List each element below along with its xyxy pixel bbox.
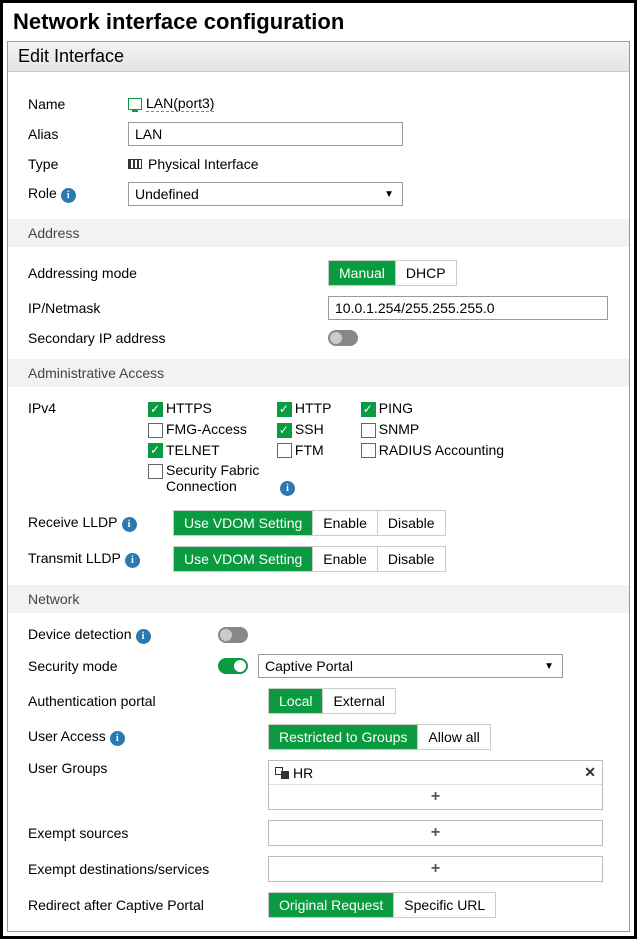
cbx-ftm[interactable] [277, 443, 292, 458]
cbx-radius[interactable] [361, 443, 376, 458]
ip-input[interactable] [328, 296, 608, 320]
auth-local-button[interactable]: Local [269, 689, 322, 713]
cbx-fmg[interactable] [148, 423, 163, 438]
user-groups-label: User Groups [28, 760, 268, 776]
port-icon [128, 98, 142, 110]
add-exempt-src-button[interactable]: + [269, 821, 602, 845]
user-groups-box[interactable]: HR ✕ + [268, 760, 603, 810]
security-mode-toggle[interactable] [218, 658, 248, 674]
redirect-label: Redirect after Captive Portal [28, 897, 268, 913]
cbx-fabric[interactable] [148, 464, 163, 479]
group-icon [275, 767, 289, 779]
mode-manual-button[interactable]: Manual [329, 261, 395, 285]
add-group-button[interactable]: + [269, 785, 602, 809]
ua-restricted-button[interactable]: Restricted to Groups [269, 725, 417, 749]
user-access-group: Restricted to Groups Allow all [268, 724, 491, 750]
security-mode-label: Security mode [28, 658, 218, 674]
lldp-vdom-button[interactable]: Use VDOM Setting [174, 511, 312, 535]
section-address: Address [8, 219, 629, 247]
auth-portal-group: Local External [268, 688, 396, 714]
cbx-snmp[interactable] [361, 423, 376, 438]
add-exempt-dst-button[interactable]: + [269, 857, 602, 881]
transmit-lldp-label: Transmit LLDP [28, 550, 173, 568]
transmit-lldp-group: Use VDOM Setting Enable Disable [173, 546, 446, 572]
exempt-dst-label: Exempt destinations/services [28, 861, 268, 877]
alias-input[interactable] [128, 122, 403, 146]
cbx-telnet[interactable] [148, 443, 163, 458]
alias-label: Alias [28, 126, 128, 142]
exempt-src-label: Exempt sources [28, 825, 268, 841]
name-label: Name [28, 96, 128, 112]
remove-group-button[interactable]: ✕ [584, 764, 596, 781]
edit-panel: Edit Interface Name LAN(port3) Alias Typ… [7, 41, 630, 932]
exempt-dst-box[interactable]: + [268, 856, 603, 882]
device-detect-toggle[interactable] [218, 627, 248, 643]
redirect-original-button[interactable]: Original Request [269, 893, 393, 917]
lldp-vdom-button[interactable]: Use VDOM Setting [174, 547, 312, 571]
secondary-ip-toggle[interactable] [328, 330, 358, 346]
cbx-ping[interactable] [361, 402, 376, 417]
name-value: LAN(port3) [146, 95, 214, 112]
role-label: Role [28, 185, 128, 203]
lldp-disable-button[interactable]: Disable [377, 511, 445, 535]
info-icon[interactable] [61, 188, 76, 203]
user-group-value: HR [293, 765, 313, 781]
cbx-http[interactable] [277, 402, 292, 417]
ip-label: IP/Netmask [28, 300, 328, 316]
receive-lldp-group: Use VDOM Setting Enable Disable [173, 510, 446, 536]
mode-dhcp-button[interactable]: DHCP [395, 261, 456, 285]
security-mode-select[interactable]: Captive Portal [258, 654, 563, 678]
auth-external-button[interactable]: External [322, 689, 394, 713]
cbx-ssh[interactable] [277, 423, 292, 438]
device-detect-label: Device detection [28, 626, 218, 644]
section-admin: Administrative Access [8, 359, 629, 387]
exempt-src-box[interactable]: + [268, 820, 603, 846]
info-icon[interactable] [136, 629, 151, 644]
page-title: Network interface configuration [7, 7, 630, 41]
section-network: Network [8, 585, 629, 613]
info-icon[interactable] [122, 517, 137, 532]
info-icon[interactable] [125, 553, 140, 568]
physical-icon [128, 159, 142, 169]
type-label: Type [28, 156, 128, 172]
auth-portal-label: Authentication portal [28, 693, 268, 709]
ipv4-label: IPv4 [28, 400, 148, 416]
panel-header: Edit Interface [8, 42, 629, 72]
ua-allowall-button[interactable]: Allow all [417, 725, 489, 749]
receive-lldp-label: Receive LLDP [28, 514, 173, 532]
info-icon[interactable] [110, 731, 125, 746]
redirect-url-button[interactable]: Specific URL [393, 893, 495, 917]
info-icon[interactable] [280, 481, 295, 496]
lldp-enable-button[interactable]: Enable [312, 511, 377, 535]
lldp-disable-button[interactable]: Disable [377, 547, 445, 571]
addressing-mode-label: Addressing mode [28, 265, 328, 281]
role-select[interactable]: Undefined [128, 182, 403, 206]
type-value: Physical Interface [148, 156, 259, 172]
cbx-https[interactable] [148, 402, 163, 417]
lldp-enable-button[interactable]: Enable [312, 547, 377, 571]
user-access-label: User Access [28, 728, 268, 746]
redirect-group: Original Request Specific URL [268, 892, 496, 918]
secondary-ip-label: Secondary IP address [28, 330, 328, 346]
addressing-mode-group: Manual DHCP [328, 260, 457, 286]
